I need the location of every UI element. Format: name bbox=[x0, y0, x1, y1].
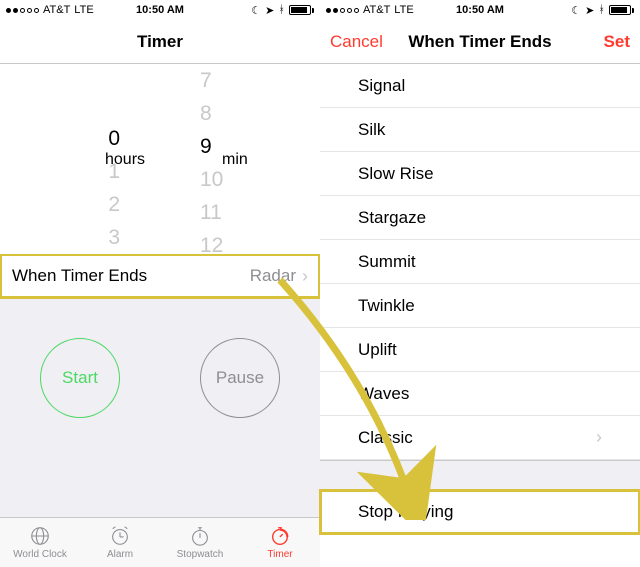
status-time: 10:50 AM bbox=[320, 4, 640, 16]
battery-icon bbox=[609, 5, 634, 15]
stop-playing-row[interactable]: Stop Playing bbox=[320, 490, 640, 534]
when-timer-ends-row[interactable]: When Timer Ends Radar › bbox=[0, 254, 320, 298]
tab-alarm[interactable]: Alarm bbox=[80, 518, 160, 567]
timer-icon bbox=[268, 525, 292, 547]
when-timer-ends-value: Radar bbox=[250, 266, 296, 286]
sounds-list: Signal Silk Slow Rise Stargaze Summit Tw… bbox=[320, 64, 640, 460]
minutes-column[interactable]: 7 8 9 10 11 12 bbox=[180, 64, 320, 254]
when-timer-ends-screen: AT&T LTE 10:50 AM ☾ ➤ ᚼ Cancel When Time… bbox=[320, 0, 640, 567]
tab-timer[interactable]: Timer bbox=[240, 518, 320, 567]
chevron-right-icon: › bbox=[596, 427, 602, 448]
status-time: 10:50 AM bbox=[0, 4, 320, 16]
hours-unit-label: hours bbox=[105, 151, 145, 169]
section-gap bbox=[320, 460, 640, 490]
list-item[interactable]: Twinkle bbox=[320, 284, 640, 328]
pause-button[interactable]: Pause bbox=[200, 338, 280, 418]
page-title: When Timer Ends bbox=[408, 32, 551, 52]
list-item[interactable]: Stargaze bbox=[320, 196, 640, 240]
tab-world-clock[interactable]: World Clock bbox=[0, 518, 80, 567]
nav-bar: Cancel When Timer Ends Set bbox=[320, 20, 640, 64]
minutes-selected: 9 bbox=[200, 130, 212, 163]
tab-stopwatch[interactable]: Stopwatch bbox=[160, 518, 240, 567]
when-timer-ends-label: When Timer Ends bbox=[12, 266, 147, 286]
list-item[interactable]: Slow Rise bbox=[320, 152, 640, 196]
chevron-right-icon: › bbox=[302, 266, 308, 287]
list-item[interactable]: Uplift bbox=[320, 328, 640, 372]
list-item[interactable]: Silk bbox=[320, 108, 640, 152]
cancel-button[interactable]: Cancel bbox=[320, 20, 393, 64]
battery-icon bbox=[289, 5, 314, 15]
status-bar: AT&T LTE 10:50 AM ☾ ➤ ᚼ bbox=[0, 0, 320, 20]
hours-column[interactable]: 0 1 2 3 bbox=[0, 64, 180, 254]
tab-bar: World Clock Alarm Stopwatch Timer bbox=[0, 517, 320, 567]
list-item[interactable]: Summit bbox=[320, 240, 640, 284]
stopwatch-icon bbox=[188, 525, 212, 547]
list-item-classic[interactable]: Classic › bbox=[320, 416, 640, 460]
timer-buttons-area: Start Pause bbox=[0, 298, 320, 518]
min-unit-label: min bbox=[222, 151, 248, 169]
page-title: Timer bbox=[137, 32, 183, 52]
time-picker[interactable]: 0 1 2 3 7 8 9 10 11 12 hours min bbox=[0, 64, 320, 254]
list-item[interactable]: Signal bbox=[320, 64, 640, 108]
start-button[interactable]: Start bbox=[40, 338, 120, 418]
list-item[interactable]: Waves bbox=[320, 372, 640, 416]
set-button[interactable]: Set bbox=[594, 20, 640, 64]
alarm-icon bbox=[108, 525, 132, 547]
timer-screen: AT&T LTE 10:50 AM ☾ ➤ ᚼ Timer 0 1 2 3 7 … bbox=[0, 0, 320, 567]
nav-bar: Timer bbox=[0, 20, 320, 64]
globe-icon bbox=[28, 525, 52, 547]
status-bar: AT&T LTE 10:50 AM ☾ ➤ ᚼ bbox=[320, 0, 640, 20]
